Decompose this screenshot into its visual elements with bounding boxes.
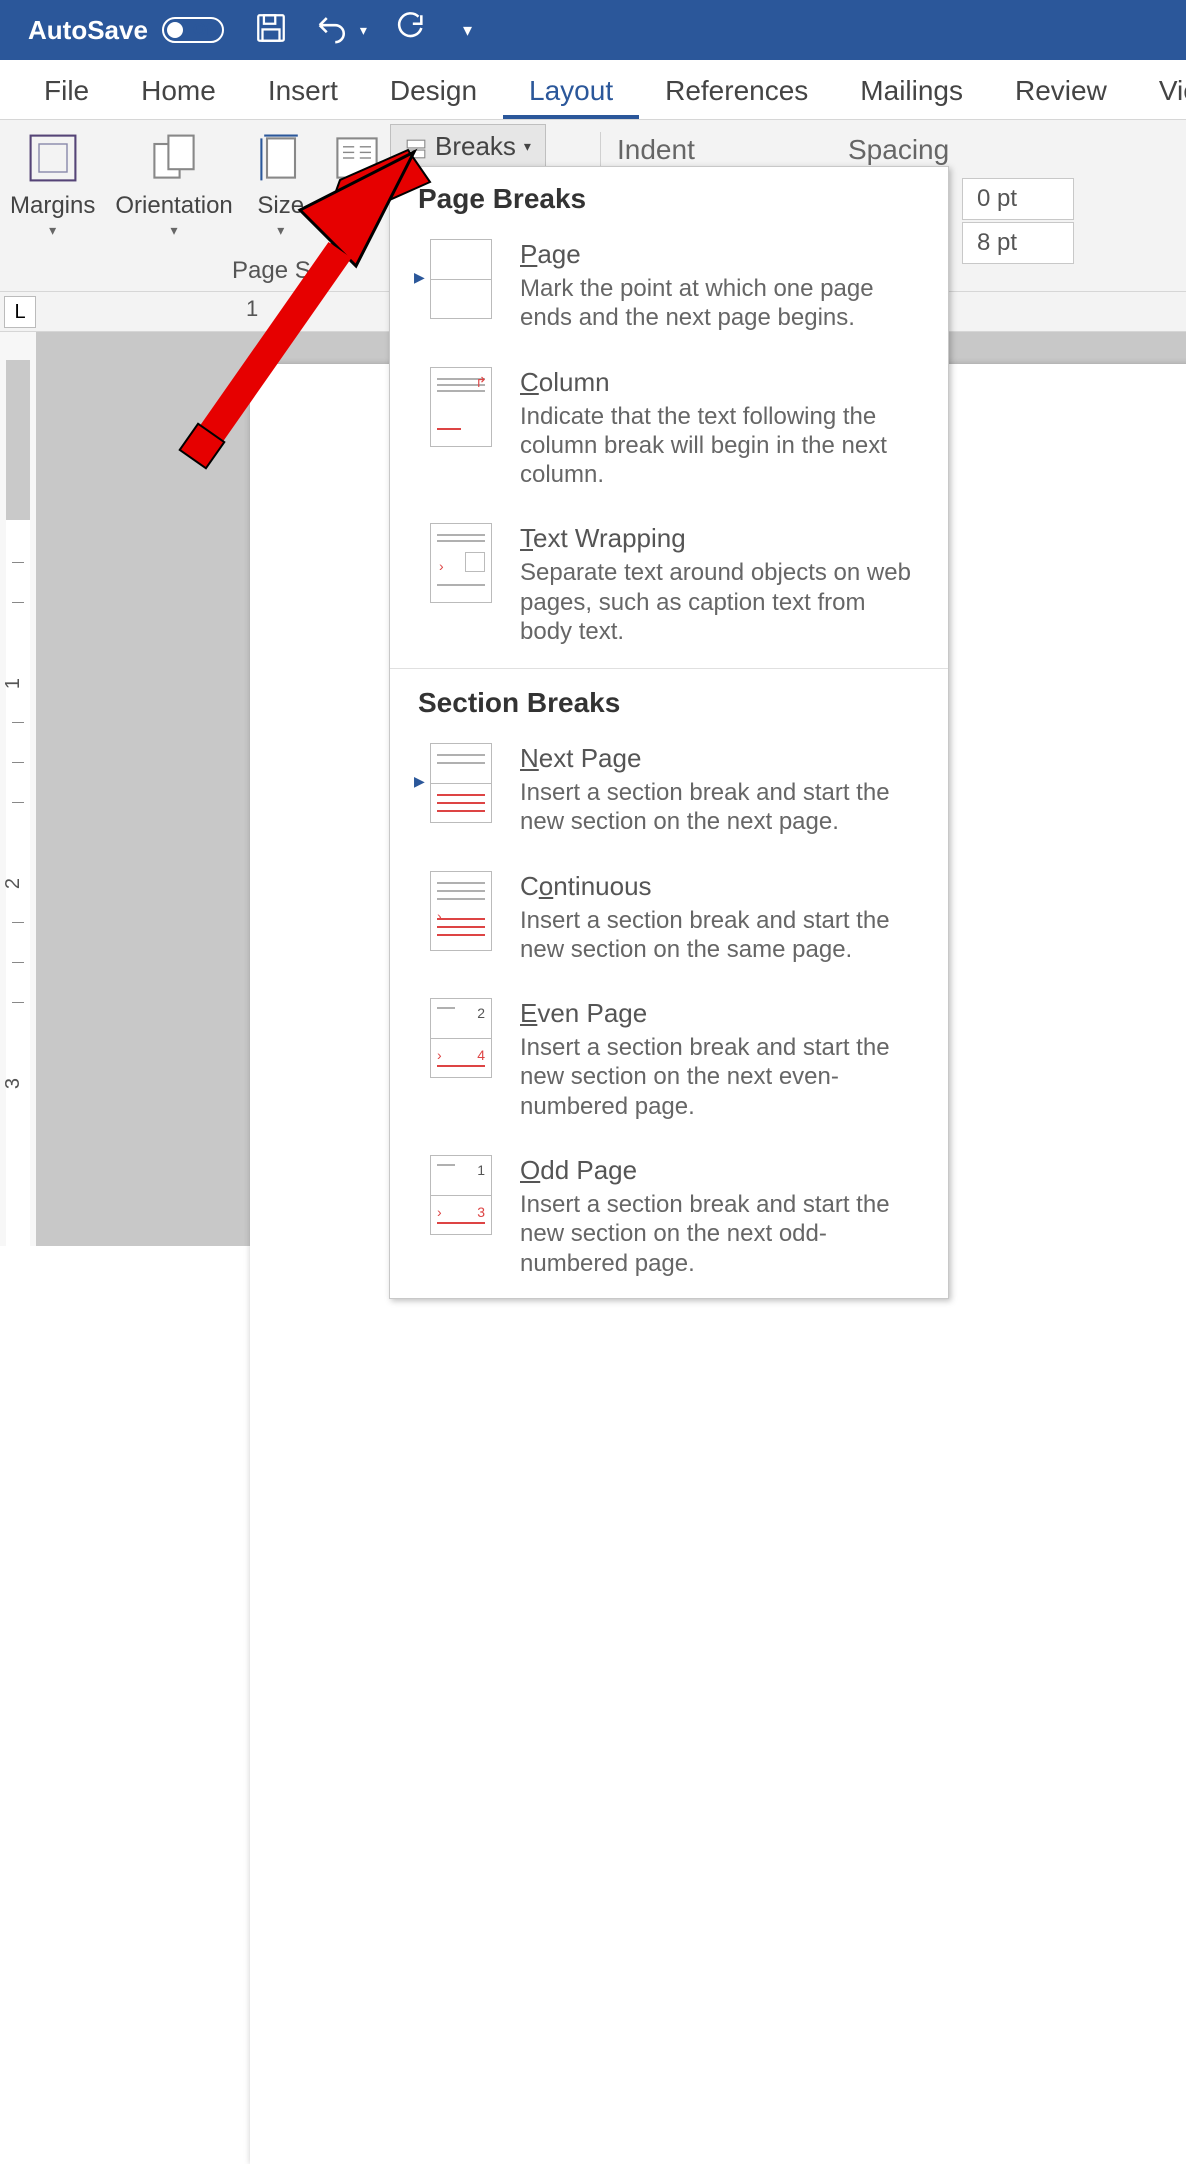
even-page-desc: Insert a section break and start the new…	[520, 1033, 920, 1121]
quick-access-toolbar: ▾ ▾	[254, 11, 472, 50]
divider	[390, 668, 948, 669]
autosave-label: AutoSave	[28, 15, 148, 46]
breaks-dropdown: Page Breaks ▶ Page Mark the point at whi…	[389, 166, 949, 1299]
tab-selector[interactable]: L	[4, 296, 36, 328]
size-label: Size	[257, 192, 304, 220]
orientation-icon	[146, 130, 202, 186]
chevron-down-icon: ▾	[524, 138, 531, 155]
chevron-down-icon: ▾	[353, 226, 360, 234]
save-icon[interactable]	[254, 11, 288, 50]
column-break-title: Column	[520, 367, 920, 398]
next-page-title: Next Page	[520, 743, 920, 774]
break-continuous-item[interactable]: › Continuous Insert a section break and …	[390, 857, 948, 985]
break-text-wrapping-item[interactable]: › Text Wrapping Separate text around obj…	[390, 509, 948, 666]
current-marker-icon: ▶	[414, 269, 425, 286]
page-breaks-header: Page Breaks	[390, 167, 948, 225]
tab-mailings[interactable]: Mailings	[834, 65, 989, 119]
breaks-button[interactable]: Breaks ▾	[390, 124, 546, 169]
breaks-icon	[405, 136, 427, 158]
vr1: 1	[2, 678, 25, 689]
orientation-button[interactable]: Orientation ▾	[105, 126, 242, 234]
tab-view[interactable]: View	[1133, 65, 1186, 119]
continuous-icon: ›	[430, 871, 492, 951]
continuous-title: Continuous	[520, 871, 920, 902]
margins-button[interactable]: Margins ▾	[0, 126, 105, 234]
autosave-state: Off	[193, 20, 218, 40]
customize-qat-icon[interactable]: ▾	[463, 20, 472, 41]
break-column-item[interactable]: ↱ Column Indicate that the text followin…	[390, 353, 948, 510]
spacing-group-label: Spacing	[848, 134, 949, 166]
tab-references[interactable]: References	[639, 65, 834, 119]
vr3: 3	[2, 1078, 25, 1089]
page-break-desc: Mark the point at which one page ends an…	[520, 274, 920, 333]
indent-group-label: Indent	[617, 134, 695, 166]
next-page-desc: Insert a section break and start the new…	[520, 778, 920, 837]
text-wrapping-icon: ›	[430, 523, 492, 603]
redo-icon[interactable]	[393, 11, 427, 50]
section-breaks-header: Section Breaks	[390, 671, 948, 729]
even-page-title: Even Page	[520, 998, 920, 1029]
tab-review[interactable]: Review	[989, 65, 1133, 119]
chevron-down-icon: ▾	[277, 226, 284, 234]
margins-label: Margins	[10, 192, 95, 220]
text-wrapping-title: Text Wrapping	[520, 523, 920, 554]
ribbon-tabs: File Home Insert Design Layout Reference…	[0, 60, 1186, 120]
columns-button[interactable]: C ▾	[319, 126, 395, 234]
tab-insert[interactable]: Insert	[242, 65, 364, 119]
chevron-down-icon: ▾	[49, 226, 56, 234]
odd-page-title: Odd Page	[520, 1155, 920, 1186]
toggle-knob	[167, 22, 183, 38]
tab-home[interactable]: Home	[115, 65, 242, 119]
margins-icon	[25, 130, 81, 186]
tab-file[interactable]: File	[18, 65, 115, 119]
break-even-page-item[interactable]: 2 › 4 Even Page Insert a section break a…	[390, 984, 948, 1141]
size-button[interactable]: Size ▾	[243, 126, 319, 234]
current-marker-icon: ▶	[414, 773, 425, 790]
break-next-page-item[interactable]: ▶ Next Page Insert a section break and s…	[390, 729, 948, 857]
spacing-before-input[interactable]: 0 pt	[962, 178, 1074, 220]
column-break-icon: ↱	[430, 367, 492, 447]
page-break-icon	[430, 239, 492, 319]
break-odd-page-item[interactable]: 1 › 3 Odd Page Insert a section break an…	[390, 1141, 948, 1298]
tab-layout[interactable]: Layout	[503, 65, 639, 119]
ruler-mark-1: 1	[246, 296, 258, 322]
tab-design[interactable]: Design	[364, 65, 503, 119]
breaks-label: Breaks	[435, 131, 516, 162]
size-icon	[253, 130, 309, 186]
odd-page-icon: 1 › 3	[430, 1155, 492, 1235]
autosave-toggle[interactable]: Off	[162, 17, 224, 43]
even-page-icon: 2 › 4	[430, 998, 492, 1078]
undo-icon[interactable]	[314, 11, 348, 50]
chevron-down-icon: ▾	[171, 226, 178, 234]
column-break-desc: Indicate that the text following the col…	[520, 402, 920, 490]
columns-label: C	[348, 192, 365, 220]
spacing-after-input[interactable]: 8 pt	[962, 222, 1074, 264]
orientation-label: Orientation	[115, 192, 232, 220]
vertical-ruler[interactable]: 1 2 3	[0, 332, 36, 1246]
break-page-item[interactable]: ▶ Page Mark the point at which one page …	[390, 225, 948, 353]
vr2: 2	[2, 878, 25, 889]
text-wrapping-desc: Separate text around objects on web page…	[520, 558, 920, 646]
next-page-icon	[430, 743, 492, 823]
page-break-title: Page	[520, 239, 920, 270]
continuous-desc: Insert a section break and start the new…	[520, 906, 920, 965]
undo-dropdown-icon[interactable]: ▾	[360, 22, 367, 39]
odd-page-desc: Insert a section break and start the new…	[520, 1190, 920, 1278]
columns-icon	[329, 130, 385, 186]
page-setup-group-label: Page Set	[232, 257, 331, 289]
title-bar: AutoSave Off ▾ ▾	[0, 0, 1186, 60]
